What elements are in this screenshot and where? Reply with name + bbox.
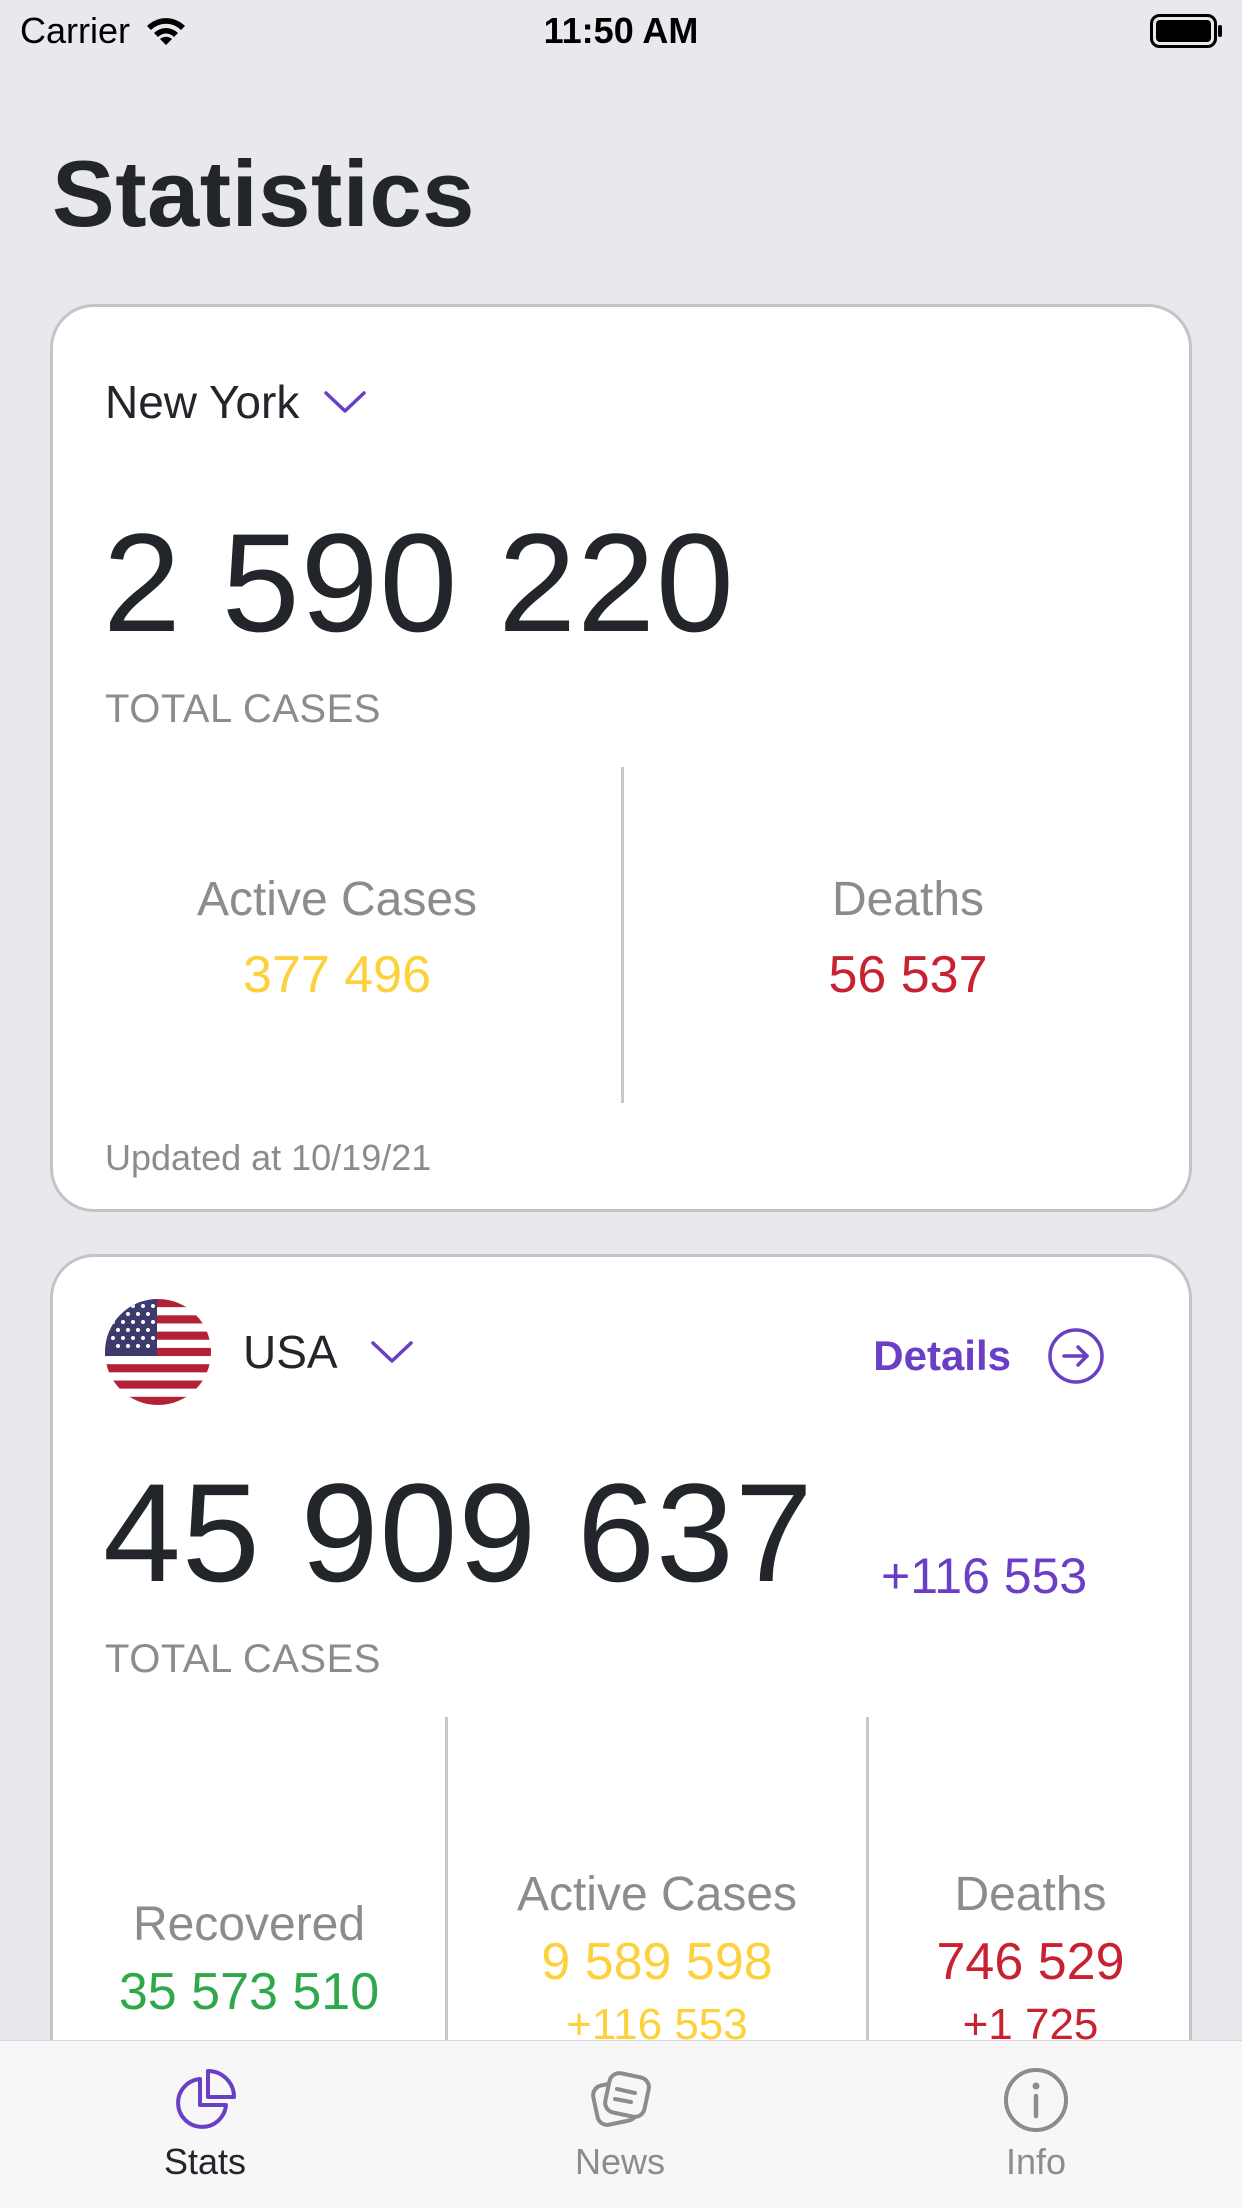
details-label: Details xyxy=(873,1332,1011,1379)
country-active-cases-stat: Active Cases 9 589 598 +116 553 xyxy=(448,1867,866,2050)
country-total-cases-value: 45 909 637 xyxy=(103,1454,814,1611)
tab-info[interactable]: Info xyxy=(830,2041,1242,2208)
chevron-down-icon xyxy=(324,391,367,413)
country-active-cases-label: Active Cases xyxy=(516,1868,798,1921)
active-cases-stat: Active Cases 377 496 xyxy=(53,872,621,1005)
tab-stats[interactable]: Stats xyxy=(0,2041,410,2208)
country-deaths-value: 746 529 xyxy=(936,1933,1125,1991)
region-name: New York xyxy=(105,376,300,428)
total-cases-label: TOTAL CASES xyxy=(105,687,381,731)
region-selector[interactable]: New York xyxy=(105,375,367,429)
battery-icon xyxy=(1150,14,1222,48)
tab-news[interactable]: News xyxy=(410,2041,830,2208)
country-selector[interactable]: USA xyxy=(105,1299,414,1405)
updated-timestamp: Updated at 10/19/21 xyxy=(105,1137,432,1178)
total-cases-value: 2 590 220 xyxy=(103,504,735,661)
country-active-cases-value: 9 589 598 xyxy=(541,1933,773,1991)
recovered-label: Recovered xyxy=(132,1898,366,1951)
active-cases-value: 377 496 xyxy=(243,946,431,1004)
usa-flag-icon xyxy=(105,1299,211,1405)
country-total-delta: +116 553 xyxy=(881,1548,1088,1604)
country-name: USA xyxy=(243,1326,338,1378)
details-link[interactable]: Details xyxy=(873,1327,1105,1385)
local-stats-card: New York 2 590 220 TOTAL CASES Active Ca… xyxy=(50,304,1192,1212)
tab-news-label: News xyxy=(574,2141,666,2182)
chevron-down-icon xyxy=(370,1341,413,1363)
recovered-stat: Recovered 35 573 510 xyxy=(53,1897,445,2022)
country-total-cases-label: TOTAL CASES xyxy=(105,1637,381,1681)
active-cases-label: Active Cases xyxy=(196,873,478,926)
country-deaths-stat: Deaths 746 529 +1 725 xyxy=(869,1867,1192,2050)
tab-bar: Stats News Info xyxy=(0,2040,1242,2208)
page-title: Statistics xyxy=(52,141,475,246)
deaths-stat: Deaths 56 537 xyxy=(624,872,1192,1005)
status-time: 11:50 AM xyxy=(543,10,699,51)
arrow-right-circle-icon xyxy=(1048,1328,1104,1384)
country-deaths-label: Deaths xyxy=(954,1868,1107,1921)
news-icon xyxy=(591,2071,651,2127)
tab-info-label: Info xyxy=(1005,2141,1067,2182)
tab-stats-label: Stats xyxy=(163,2141,247,2182)
status-bar: Carrier 11:50 AM xyxy=(0,0,1242,66)
recovered-value: 35 573 510 xyxy=(118,1963,380,2021)
pie-chart-icon xyxy=(176,2069,236,2129)
info-icon xyxy=(1004,2068,1068,2132)
deaths-label: Deaths xyxy=(831,873,985,926)
deaths-value: 56 537 xyxy=(828,946,988,1004)
